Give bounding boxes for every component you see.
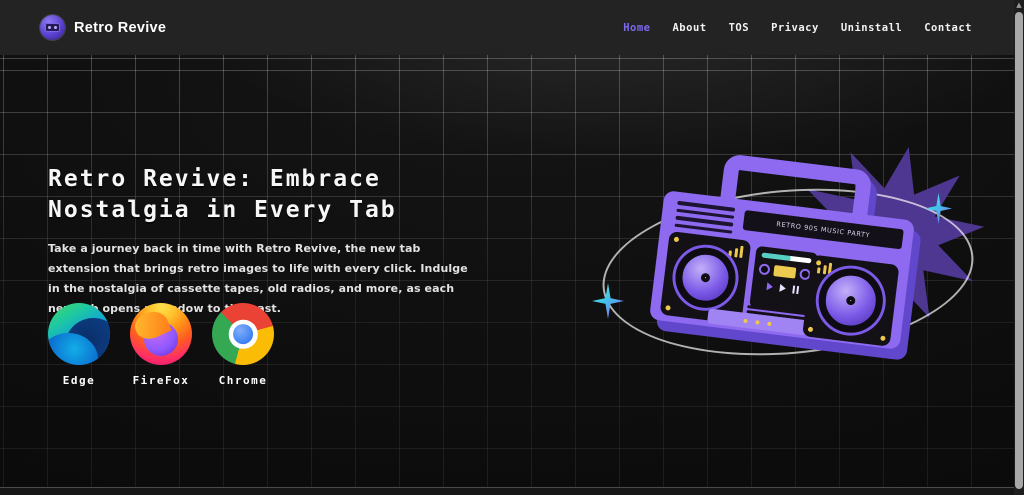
scrollbar[interactable]: ▲ (1014, 0, 1024, 495)
nav-link-contact[interactable]: Contact (924, 22, 972, 34)
cassette-icon (753, 263, 816, 281)
page-title: Retro Revive: Embrace Nostalgia in Every… (48, 164, 397, 226)
browser-item-chrome: Chrome (212, 303, 274, 387)
top-navigation-bar: Retro Revive Home About TOS Privacy Unin… (0, 0, 1024, 55)
left-speaker-panel (660, 231, 752, 324)
volume-bars-icon (728, 244, 743, 258)
page-title-line2: Nostalgia in Every Tab (48, 195, 397, 226)
boombox-label-strip: RETRO 90S MUSIC PARTY (743, 210, 904, 249)
chrome-browser-icon[interactable] (212, 303, 274, 365)
browser-item-firefox: FireFox (130, 303, 192, 387)
scrollbar-thumb[interactable] (1015, 12, 1023, 489)
nav-link-tos[interactable]: TOS (729, 22, 749, 34)
nav-link-home[interactable]: Home (623, 22, 650, 34)
browser-item-edge: Edge (48, 303, 110, 387)
nav-link-uninstall[interactable]: Uninstall (841, 22, 902, 34)
transport-buttons-icon (752, 280, 815, 295)
supported-browsers: Edge FireFox Chrome (48, 303, 274, 387)
hero-section: Retro Revive: Embrace Nostalgia in Every… (0, 55, 1024, 487)
nav-link-about[interactable]: About (672, 22, 706, 34)
browser-label: Edge (63, 374, 96, 387)
scrollbar-up-arrow-icon[interactable]: ▲ (1014, 0, 1024, 11)
nav-link-privacy[interactable]: Privacy (771, 22, 819, 34)
retro-revive-landing-page: Retro Revive Home About TOS Privacy Unin… (0, 0, 1024, 495)
browser-label: Chrome (219, 374, 268, 387)
nav-menu: Home About TOS Privacy Uninstall Contact (623, 22, 972, 34)
browser-label: FireFox (133, 374, 190, 387)
deck-progress-bar (761, 252, 811, 263)
footer-top-edge (0, 487, 1024, 495)
page-title-line1: Retro Revive: Embrace (48, 164, 397, 195)
edge-browser-icon[interactable] (48, 303, 110, 365)
brand-logo[interactable]: Retro Revive (40, 15, 166, 40)
retro-revive-logo-icon (40, 15, 65, 40)
right-speaker-panel (802, 255, 899, 347)
firefox-browser-icon[interactable] (130, 303, 192, 365)
brand-name: Retro Revive (74, 20, 166, 36)
